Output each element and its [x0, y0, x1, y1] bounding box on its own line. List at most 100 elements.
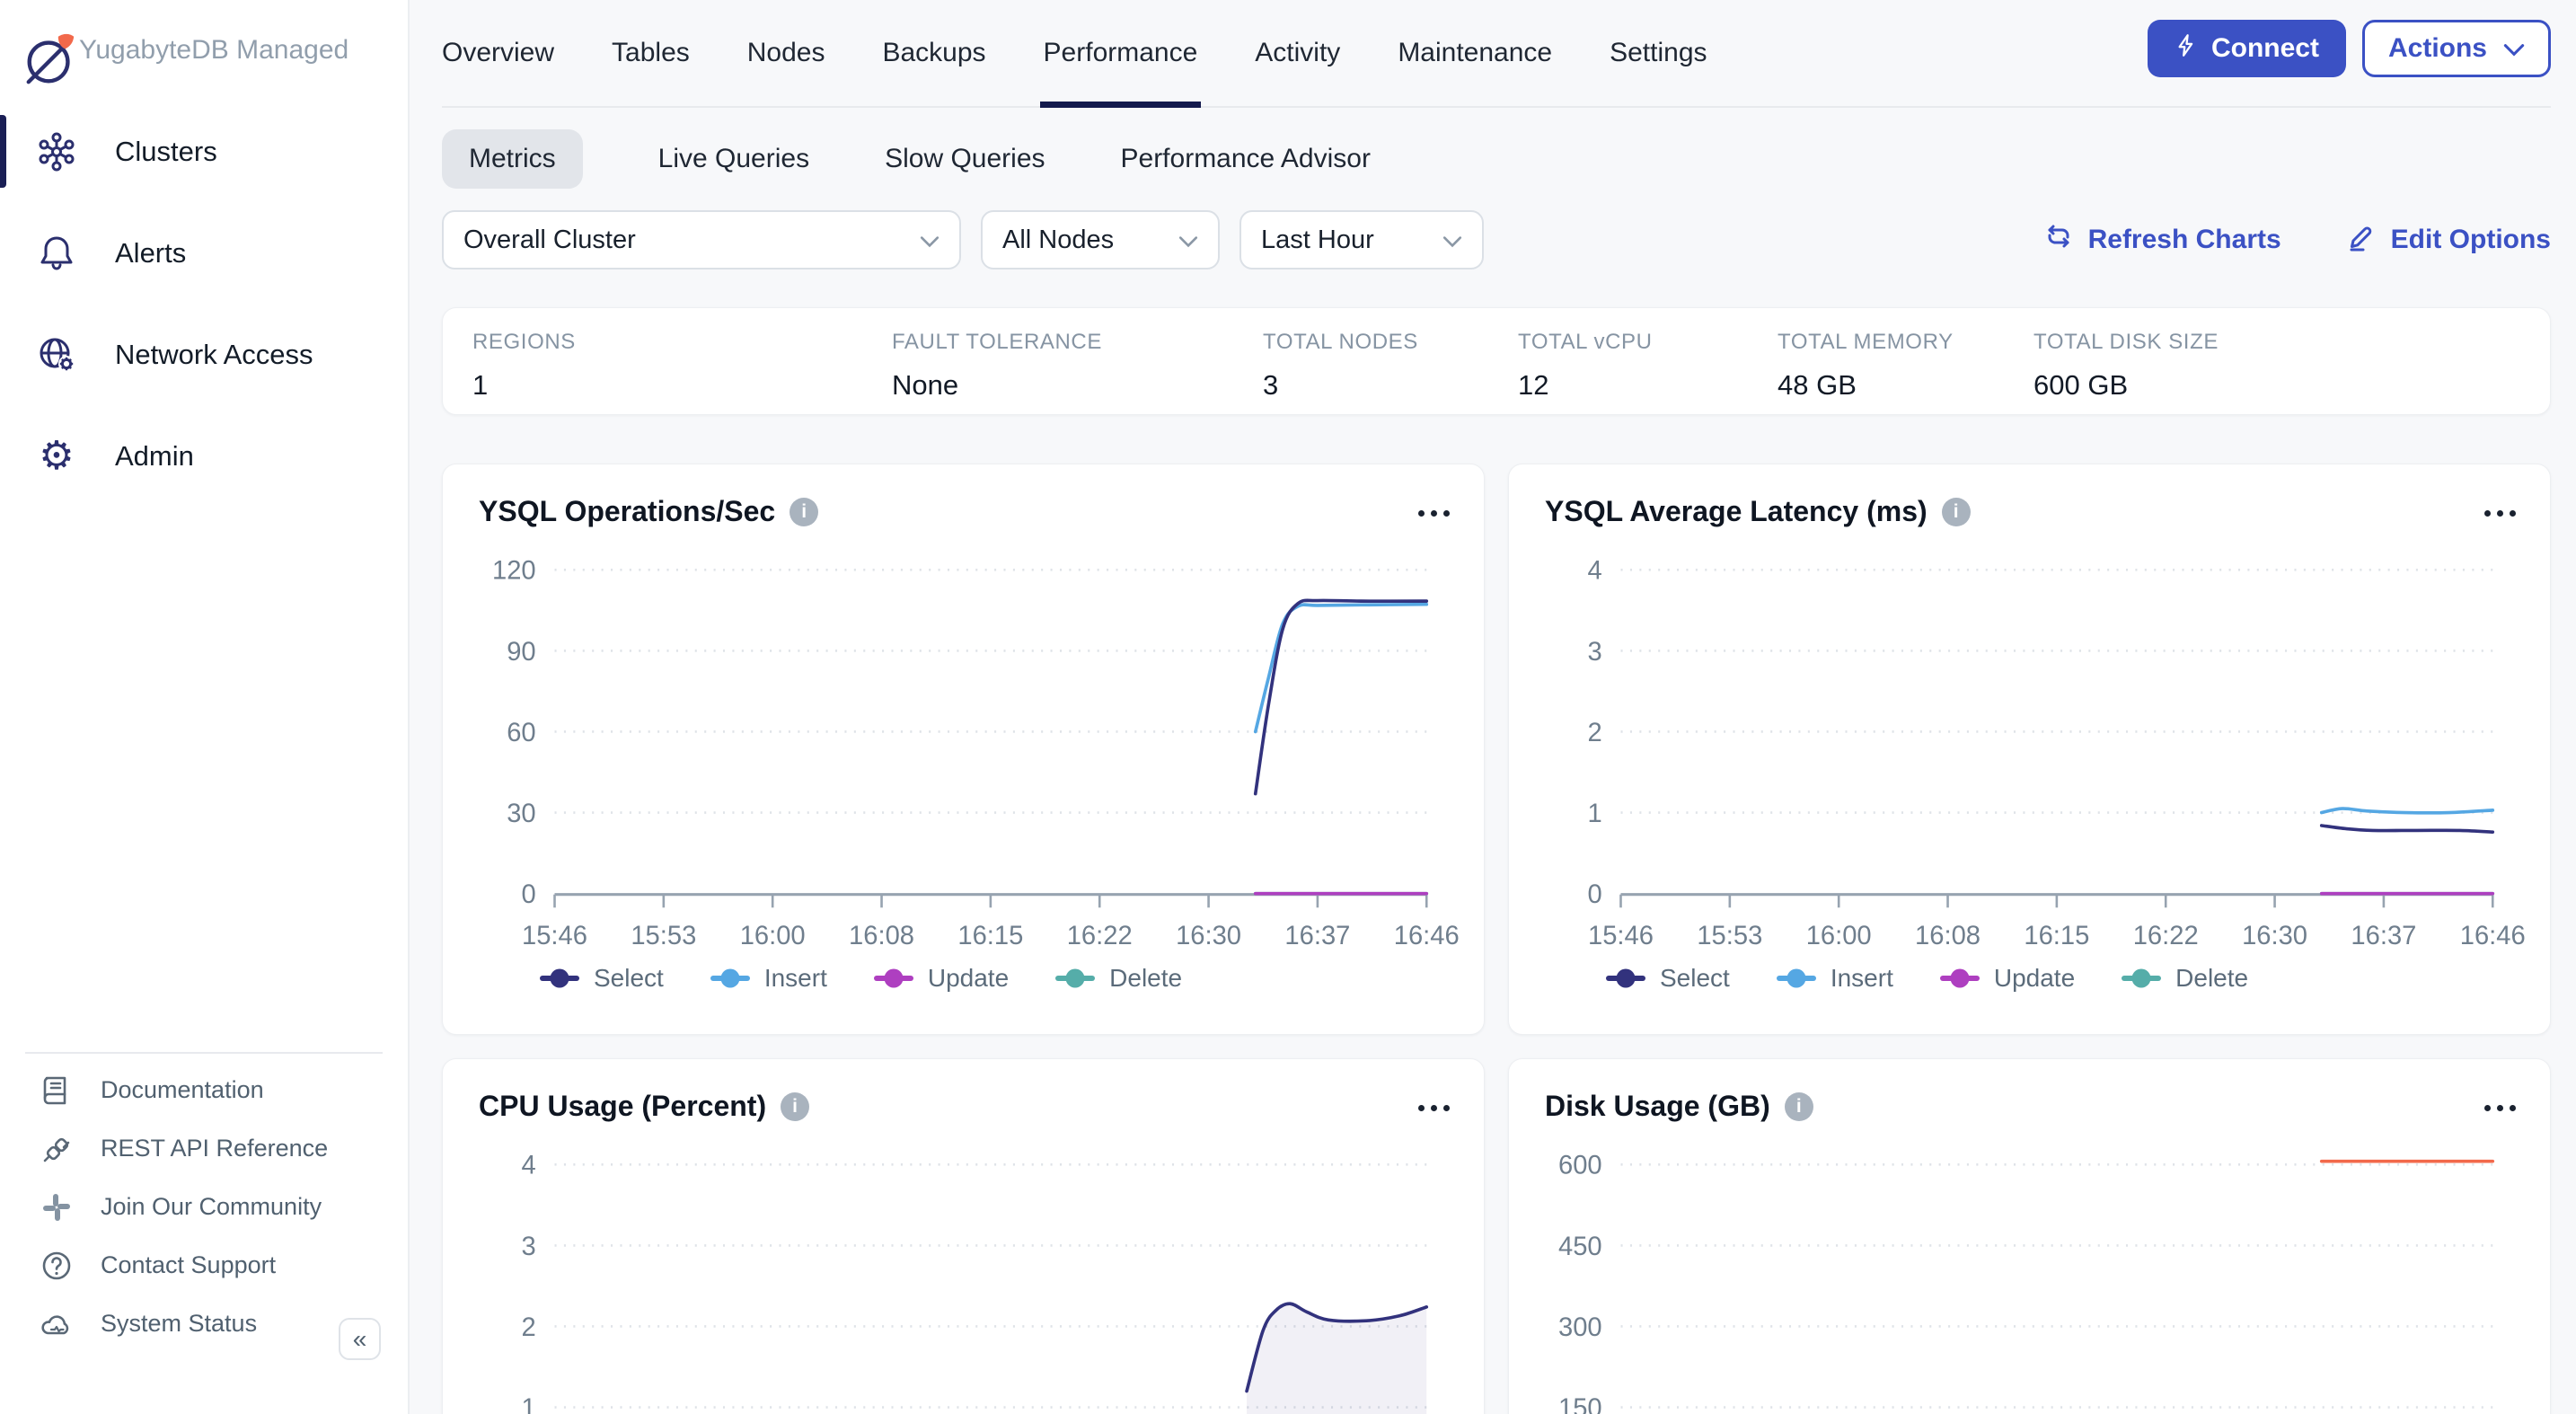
sidebar-item-network-access[interactable]: Network Access [0, 304, 408, 405]
subtab-slow-queries[interactable]: Slow Queries [885, 129, 1045, 189]
info-icon[interactable]: i [1785, 1092, 1813, 1121]
chevron-down-icon [2503, 33, 2525, 64]
subtab-performance-advisor[interactable]: Performance Advisor [1121, 129, 1371, 189]
legend-marker-icon [1940, 976, 1980, 981]
metrics-filters: Overall Cluster All Nodes Last Hour [442, 210, 2551, 270]
brand: YugabyteDB Managed [0, 0, 408, 101]
footer-item-support[interactable]: Contact Support [0, 1236, 408, 1295]
chart-card-disk-usage: Disk Usage (GB) i 015030045060015:4615:5… [1508, 1058, 2551, 1414]
legend-label: Select [1660, 964, 1730, 993]
sidebar-footer: Documentation REST API Reference Joi [0, 1052, 408, 1353]
chevron-down-icon [1178, 225, 1198, 255]
legend-item[interactable]: Select [540, 964, 664, 993]
cluster-scope-select[interactable]: Overall Cluster [442, 210, 961, 270]
svg-text:16:22: 16:22 [2133, 922, 2199, 950]
bell-icon [36, 233, 77, 274]
svg-text:16:00: 16:00 [740, 922, 806, 950]
connect-button[interactable]: Connect [2148, 20, 2346, 77]
brand-name: YugabyteDB Managed [79, 35, 348, 66]
legend-item[interactable]: Update [874, 964, 1009, 993]
svg-text:16:15: 16:15 [2024, 922, 2089, 950]
sidebar-item-label: Network Access [115, 339, 313, 371]
cloud-status-icon [40, 1307, 74, 1341]
stat-regions: REGIONS 1 [472, 308, 892, 414]
divider [25, 1052, 383, 1054]
legend-label: Update [928, 964, 1009, 993]
sidebar-item-label: Alerts [115, 237, 186, 270]
line-chart: 0123415:4615:5316:0016:0816:1516:2216:30… [443, 1123, 1484, 1414]
footer-item-rest-api[interactable]: REST API Reference [0, 1119, 408, 1178]
slack-icon [40, 1190, 74, 1224]
svg-text:15:46: 15:46 [522, 922, 587, 950]
legend-marker-icon [874, 976, 913, 981]
sidebar-item-alerts[interactable]: Alerts [0, 202, 408, 304]
svg-text:16:08: 16:08 [849, 922, 914, 950]
refresh-icon [2043, 221, 2074, 259]
footer-item-label: REST API Reference [101, 1135, 328, 1162]
refresh-charts-button[interactable]: Refresh Charts [2043, 221, 2281, 259]
chevron-down-icon [1442, 225, 1462, 255]
chart-title: YSQL Average Latency (ms) [1545, 495, 1928, 528]
collapse-sidebar-button[interactable]: « [339, 1318, 381, 1360]
legend-item[interactable]: Select [1606, 964, 1730, 993]
sidebar-item-clusters[interactable]: Clusters [0, 101, 408, 202]
svg-text:16:15: 16:15 [957, 922, 1023, 950]
ellipsis-menu-icon[interactable] [1418, 507, 1450, 517]
svg-text:16:46: 16:46 [1394, 922, 1460, 950]
svg-text:16:22: 16:22 [1067, 922, 1133, 950]
book-icon [40, 1074, 74, 1108]
svg-text:15:46: 15:46 [1588, 922, 1654, 950]
svg-text:4: 4 [521, 1152, 535, 1180]
legend-label: Delete [1109, 964, 1182, 993]
info-icon[interactable]: i [781, 1092, 809, 1121]
stat-total-disk: TOTAL DISK SIZE 600 GB [2033, 308, 2219, 414]
sidebar-item-label: Clusters [115, 136, 217, 168]
legend-item[interactable]: Update [1940, 964, 2075, 993]
tab-settings[interactable]: Settings [1610, 0, 1707, 106]
ellipsis-menu-icon[interactable] [2484, 507, 2516, 517]
time-range-select[interactable]: Last Hour [1239, 210, 1484, 270]
svg-text:0: 0 [1587, 880, 1601, 909]
edit-options-button[interactable]: Edit Options [2346, 221, 2551, 259]
actions-button[interactable]: Actions [2362, 20, 2551, 77]
tab-nodes[interactable]: Nodes [747, 0, 825, 106]
subtab-metrics[interactable]: Metrics [442, 129, 583, 189]
legend-label: Delete [2175, 964, 2248, 993]
chart-title: YSQL Operations/Sec [479, 495, 775, 528]
subtab-live-queries[interactable]: Live Queries [658, 129, 809, 189]
legend-marker-icon [540, 976, 579, 981]
footer-item-community[interactable]: Join Our Community [0, 1178, 408, 1236]
tab-activity[interactable]: Activity [1255, 0, 1340, 106]
globe-gear-icon [36, 334, 77, 376]
tab-overview[interactable]: Overview [442, 0, 554, 106]
legend-label: Select [594, 964, 664, 993]
stat-total-nodes: TOTAL NODES 3 [1263, 308, 1518, 414]
ellipsis-menu-icon[interactable] [1418, 1101, 1450, 1111]
info-icon[interactable]: i [790, 498, 818, 526]
line-chart: 015030045060015:4615:5316:0016:0816:1516… [1509, 1123, 2550, 1414]
legend-item[interactable]: Insert [710, 964, 827, 993]
svg-text:300: 300 [1558, 1313, 1602, 1342]
svg-text:60: 60 [507, 719, 535, 747]
tab-performance[interactable]: Performance [1044, 0, 1198, 106]
tab-maintenance[interactable]: Maintenance [1398, 0, 1552, 106]
sidebar: YugabyteDB Managed Clusters [0, 0, 410, 1414]
footer-item-documentation[interactable]: Documentation [0, 1061, 408, 1119]
svg-text:15:53: 15:53 [1697, 922, 1762, 950]
svg-text:4: 4 [1587, 557, 1601, 586]
svg-text:2: 2 [1587, 719, 1601, 747]
tab-backups[interactable]: Backups [882, 0, 985, 106]
ellipsis-menu-icon[interactable] [2484, 1101, 2516, 1111]
chart-card-ysql-operations: YSQL Operations/Sec i 030609012015:4615:… [442, 464, 1485, 1035]
svg-text:150: 150 [1558, 1394, 1602, 1414]
legend-item[interactable]: Insert [1777, 964, 1893, 993]
node-scope-select[interactable]: All Nodes [981, 210, 1220, 270]
legend-marker-icon [1055, 976, 1095, 981]
info-icon[interactable]: i [1942, 498, 1971, 526]
tab-tables[interactable]: Tables [612, 0, 690, 106]
footer-item-label: Documentation [101, 1076, 264, 1104]
svg-text:120: 120 [492, 557, 536, 586]
legend-item[interactable]: Delete [1055, 964, 1182, 993]
sidebar-item-admin[interactable]: ⚙ Admin [0, 405, 408, 507]
legend-item[interactable]: Delete [2122, 964, 2248, 993]
